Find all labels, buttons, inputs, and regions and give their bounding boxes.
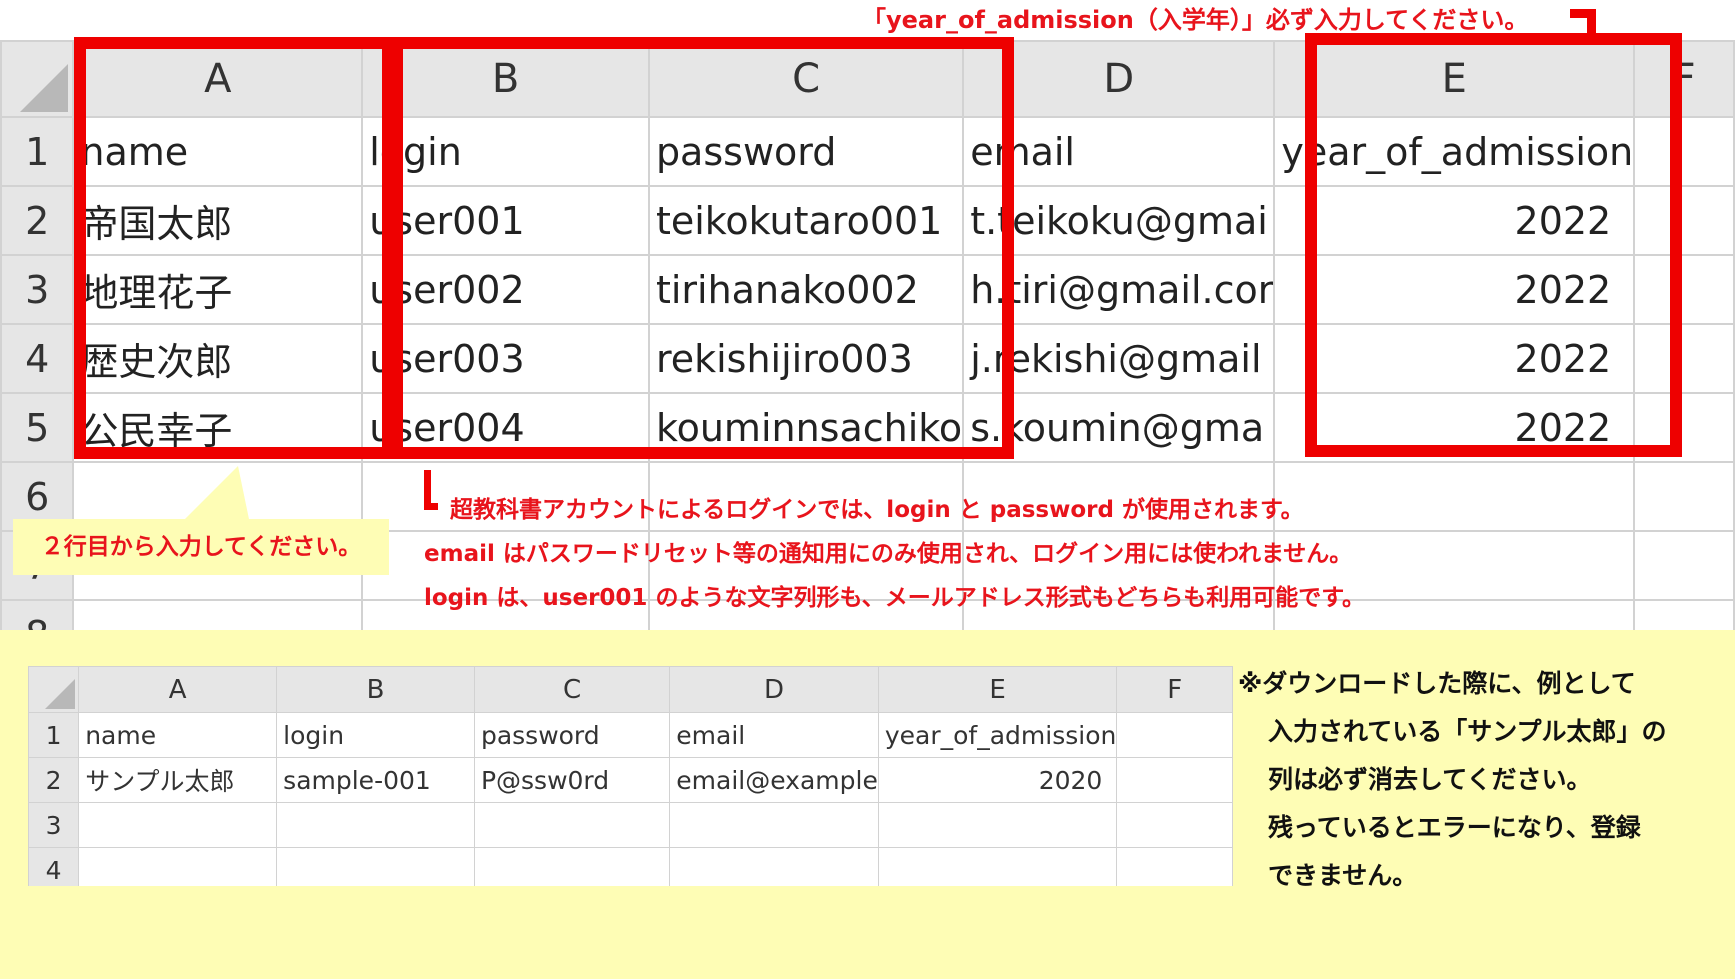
cell[interactable]: name (78, 712, 278, 758)
highlight-box-columns-b-c (391, 37, 1014, 459)
callout-tail (180, 466, 250, 524)
cell[interactable] (1116, 757, 1233, 803)
cell[interactable] (1116, 712, 1233, 758)
note-line: 列は必ず消去してください。 (1268, 765, 1592, 794)
table-row: 3 (28, 802, 1233, 848)
cell[interactable]: sample-001 (276, 757, 475, 803)
cell[interactable] (473, 802, 671, 848)
cell[interactable] (669, 802, 879, 848)
cell[interactable]: login (276, 712, 475, 758)
column-header-d[interactable]: D (669, 666, 879, 713)
cell[interactable]: email@example (669, 757, 879, 803)
column-header-b[interactable]: B (276, 666, 475, 713)
cell[interactable] (669, 847, 879, 886)
column-header-a[interactable]: A (78, 666, 278, 713)
column-header-c[interactable]: C (473, 666, 671, 713)
table-row: 1 name login password email year_of_admi… (28, 712, 1233, 758)
cell[interactable] (276, 847, 475, 886)
cell[interactable]: P@ssw0rd (473, 757, 671, 803)
cell[interactable] (72, 599, 364, 630)
row-header[interactable]: 4 (28, 847, 80, 886)
sample-sheet-table: A B C D E F 1 name login password email … (28, 666, 1233, 886)
row-header[interactable]: 1 (28, 712, 80, 758)
column-header-row: A B C D E F (28, 666, 1233, 713)
delete-sample-row-note: ※ダウンロードした際に、例として 入力されている「サンプル太郎」の 列は必ず消去… (1238, 660, 1667, 900)
table-row: 4 (28, 847, 1233, 886)
cell[interactable] (276, 802, 475, 848)
select-all-triangle-icon (20, 64, 69, 112)
login-explanation-notes: 超教科書アカウントによるログインでは、login と password が使用さ… (424, 488, 1365, 620)
start-from-row-2-callout: ２行目から入力してください。 (40, 534, 362, 560)
row-header[interactable]: 1 (0, 116, 75, 187)
cell[interactable] (78, 847, 278, 886)
sample-spreadsheet: A B C D E F 1 name login password email … (28, 666, 1233, 886)
row-header[interactable]: 5 (0, 392, 75, 463)
top-note-connector (1570, 9, 1596, 39)
highlight-box-column-a (74, 37, 394, 459)
column-header-f[interactable]: F (1116, 666, 1233, 713)
note-line: login は、user001 のような文字列形も、メールアドレス形式もどちらも… (424, 585, 1365, 611)
cell[interactable] (78, 802, 278, 848)
row-header[interactable]: 8 (0, 599, 75, 630)
select-all-corner[interactable] (0, 40, 75, 118)
note-line: ※ダウンロードした際に、例として (1238, 669, 1636, 698)
note-line: email はパスワードリセット等の通知用にのみ使用され、ログイン用には使われま… (424, 541, 1353, 567)
cell[interactable] (1116, 847, 1233, 886)
select-all-corner[interactable] (28, 666, 80, 713)
cell[interactable] (1633, 461, 1735, 532)
note-line: 入力されている「サンプル太郎」の (1268, 717, 1667, 746)
cell[interactable] (1633, 599, 1735, 630)
row-header[interactable]: 3 (0, 254, 75, 325)
cell[interactable] (877, 802, 1118, 848)
cell[interactable] (473, 847, 671, 886)
row-header[interactable]: 4 (0, 323, 75, 394)
year-of-admission-required-note: 「year_of_admission（入学年）」必ず入力してください。 (862, 6, 1529, 34)
cell[interactable]: year_of_admission (877, 712, 1118, 758)
cell[interactable] (1116, 802, 1233, 848)
cell[interactable]: 2020 (877, 757, 1118, 803)
cell[interactable]: email (669, 712, 879, 758)
column-header-e[interactable]: E (877, 666, 1118, 713)
cell[interactable] (1633, 530, 1735, 601)
note-line: できません。 (1268, 861, 1418, 890)
cell[interactable]: password (473, 712, 671, 758)
row-header[interactable]: 3 (28, 802, 80, 848)
cell[interactable]: サンプル太郎 (78, 757, 278, 803)
note-line: 残っているとエラーになり、登録 (1268, 813, 1641, 842)
select-all-triangle-icon (45, 679, 76, 709)
highlight-box-column-e (1305, 33, 1682, 457)
cell[interactable] (877, 847, 1118, 886)
note-line: 超教科書アカウントによるログインでは、login と password が使用さ… (450, 497, 1304, 523)
row-header[interactable]: 2 (28, 757, 80, 803)
table-row: 2 サンプル太郎 sample-001 P@ssw0rd email@examp… (28, 757, 1233, 803)
row-header[interactable]: 2 (0, 185, 75, 256)
